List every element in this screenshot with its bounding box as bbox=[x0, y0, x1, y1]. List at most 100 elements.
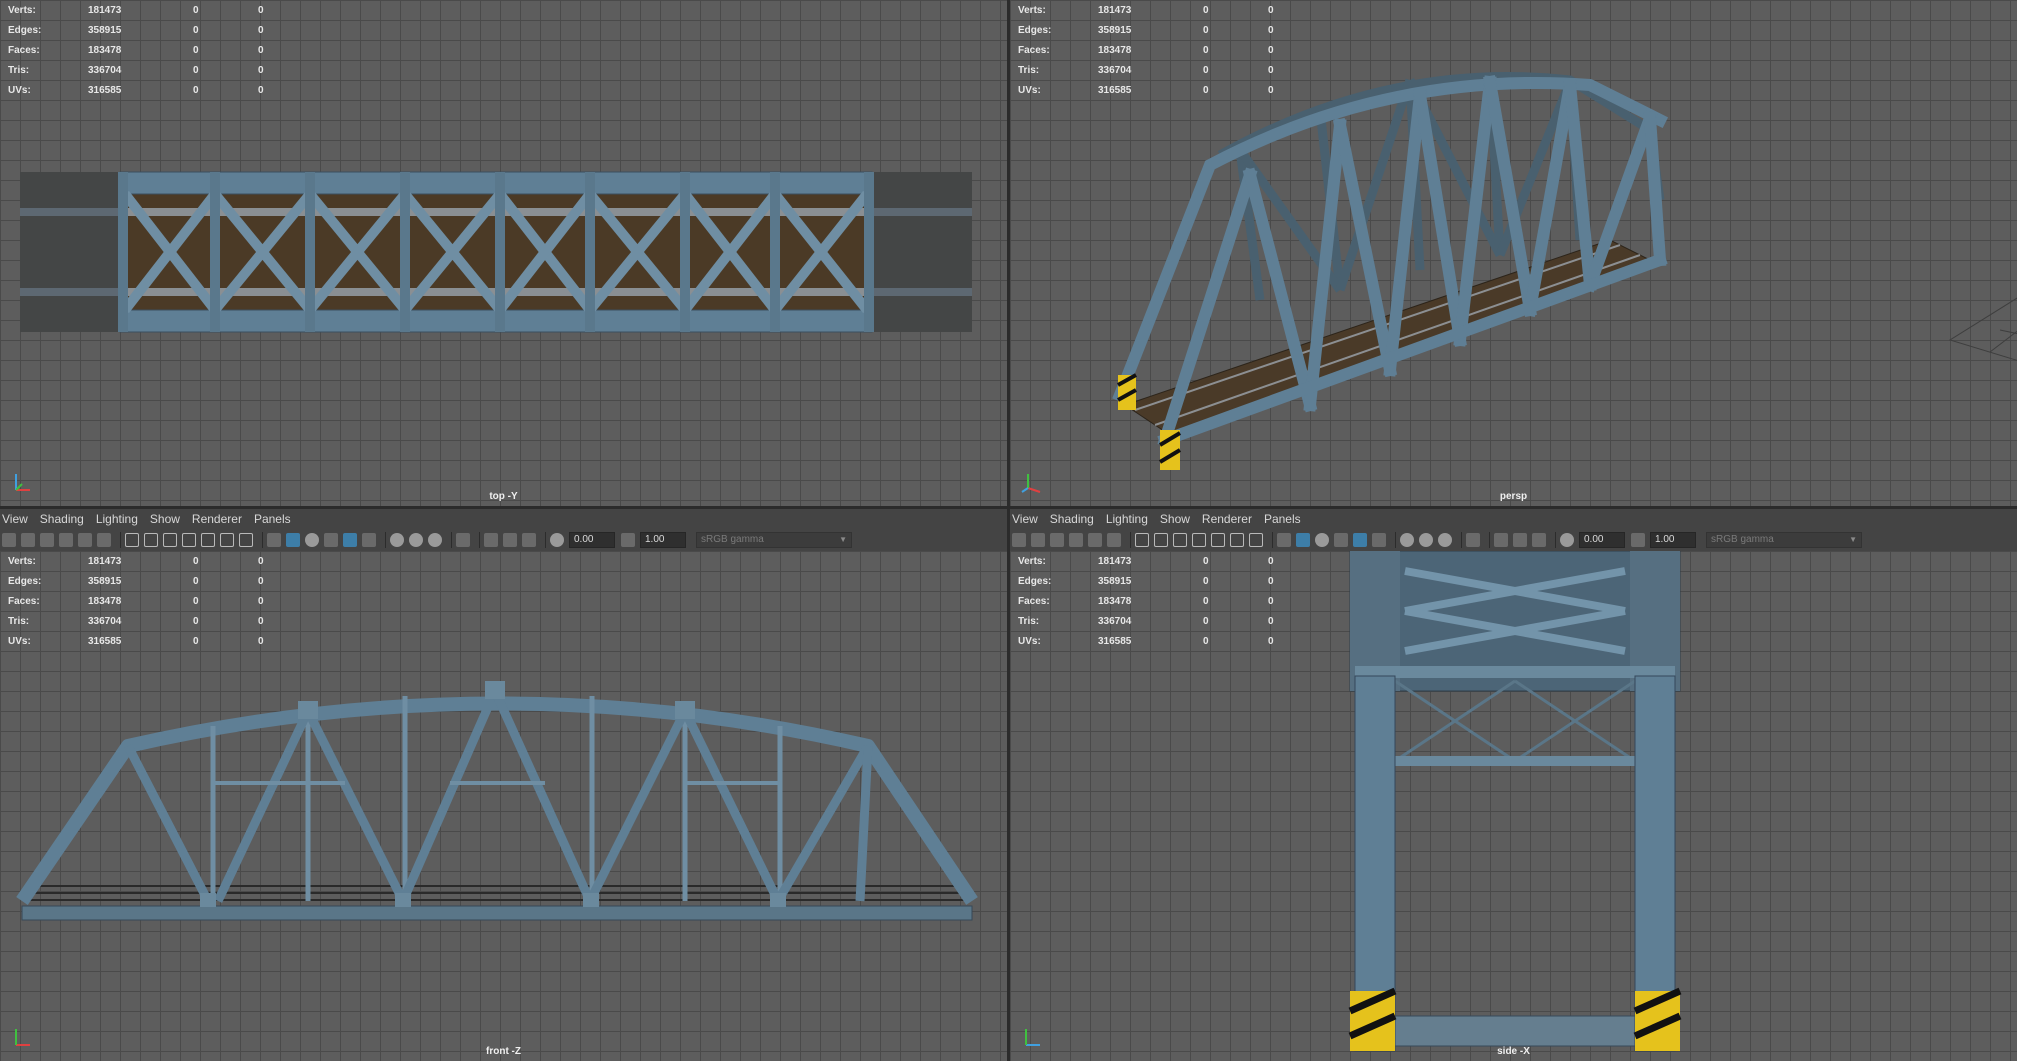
ambient-occlusion-icon[interactable] bbox=[1419, 533, 1433, 547]
gate-mask-icon[interactable] bbox=[1192, 533, 1206, 547]
panel-menu-bar: View Shading Lighting Show Renderer Pane… bbox=[0, 509, 1007, 529]
bridge-side-model[interactable] bbox=[1010, 551, 2017, 1061]
menu-show[interactable]: Show bbox=[150, 512, 180, 526]
menu-panels[interactable]: Panels bbox=[1264, 512, 1301, 526]
bridge-front-model[interactable] bbox=[0, 551, 1007, 1061]
shadows-icon[interactable] bbox=[1400, 533, 1414, 547]
default-material-icon[interactable] bbox=[305, 533, 319, 547]
motion-blur-icon[interactable] bbox=[428, 533, 442, 547]
2d-pan-zoom-icon[interactable] bbox=[97, 533, 111, 547]
viewport-front[interactable]: Verts: 181473 0 0 Edges: 358915 0 0 Faces: 1834… bbox=[0, 551, 1007, 1061]
bridge-top-model[interactable] bbox=[0, 0, 1007, 506]
smooth-shade-icon[interactable] bbox=[286, 533, 300, 547]
viewport-divider-horizontal[interactable] bbox=[0, 506, 2017, 509]
deck-section bbox=[1394, 1015, 1636, 1047]
backface-culling-icon[interactable] bbox=[1532, 533, 1546, 547]
wireframe-on-shaded-icon[interactable] bbox=[324, 533, 338, 547]
backface-culling-icon[interactable] bbox=[522, 533, 536, 547]
toolbar-divider bbox=[479, 532, 480, 548]
toolbar-divider bbox=[1272, 532, 1273, 548]
shadows-icon[interactable] bbox=[390, 533, 404, 547]
xray-joints-icon[interactable] bbox=[503, 533, 517, 547]
grid-toggle-icon[interactable] bbox=[125, 533, 139, 547]
ground-grid bbox=[1948, 297, 2017, 361]
smooth-shade-icon[interactable] bbox=[1296, 533, 1310, 547]
safe-action-icon[interactable] bbox=[220, 533, 234, 547]
safe-title-icon[interactable] bbox=[1249, 533, 1263, 547]
use-lights-icon[interactable] bbox=[362, 533, 376, 547]
toolbar-divider bbox=[1555, 532, 1556, 548]
image-plane-icon[interactable] bbox=[1069, 533, 1083, 547]
2d-pan-zoom-icon[interactable] bbox=[1107, 533, 1121, 547]
bridge-persp-model[interactable] bbox=[1010, 0, 2017, 506]
camera-icon[interactable] bbox=[1012, 533, 1026, 547]
menu-panels[interactable]: Panels bbox=[254, 512, 291, 526]
isolate-select-icon[interactable] bbox=[1466, 533, 1480, 547]
image-plane-icon[interactable] bbox=[59, 533, 73, 547]
exposure-field[interactable]: 0.00 bbox=[1579, 532, 1625, 548]
menu-lighting[interactable]: Lighting bbox=[1106, 512, 1148, 526]
gate-mask-icon[interactable] bbox=[182, 533, 196, 547]
menu-view[interactable]: View bbox=[1012, 512, 1038, 526]
xray-icon[interactable] bbox=[1494, 533, 1508, 547]
viewport-divider-vertical[interactable] bbox=[1007, 0, 1010, 1061]
gamma-field[interactable]: 1.00 bbox=[640, 532, 686, 548]
toolbar-divider bbox=[262, 532, 263, 548]
grid-toggle-icon[interactable] bbox=[1135, 533, 1149, 547]
viewport-side[interactable]: Verts: 181473 0 0 Edges: 358915 0 0 Faces: 1834… bbox=[1010, 551, 2017, 1061]
ambient-occlusion-icon[interactable] bbox=[409, 533, 423, 547]
colorspace-dropdown[interactable]: sRGB gamma bbox=[696, 532, 852, 548]
menu-shading[interactable]: Shading bbox=[40, 512, 84, 526]
panel-toolbar: 0.00 1.00 sRGB gamma bbox=[1010, 529, 2017, 551]
menu-renderer[interactable]: Renderer bbox=[1202, 512, 1252, 526]
camera-attributes-icon[interactable] bbox=[1031, 533, 1045, 547]
gamma-icon[interactable] bbox=[621, 533, 635, 547]
viewport-persp[interactable]: Verts: 181473 0 0 Edges: 358915 0 0 Faces: 1834… bbox=[1010, 0, 2017, 506]
exposure-field[interactable]: 0.00 bbox=[569, 532, 615, 548]
camera-attributes-icon[interactable] bbox=[21, 533, 35, 547]
bottom-chord bbox=[21, 905, 973, 921]
panel-menu-bar: View Shading Lighting Show Renderer Pane… bbox=[1010, 509, 2017, 529]
menu-lighting[interactable]: Lighting bbox=[96, 512, 138, 526]
camera-icon[interactable] bbox=[2, 533, 16, 547]
menu-show[interactable]: Show bbox=[1160, 512, 1190, 526]
film-gate-icon[interactable] bbox=[1154, 533, 1168, 547]
menu-shading[interactable]: Shading bbox=[1050, 512, 1094, 526]
isolate-select-icon[interactable] bbox=[456, 533, 470, 547]
menu-view[interactable]: View bbox=[2, 512, 28, 526]
menu-renderer[interactable]: Renderer bbox=[192, 512, 242, 526]
resolution-gate-icon[interactable] bbox=[163, 533, 177, 547]
default-material-icon[interactable] bbox=[1315, 533, 1329, 547]
motion-blur-icon[interactable] bbox=[1438, 533, 1452, 547]
xray-joints-icon[interactable] bbox=[1513, 533, 1527, 547]
bookmark-icon[interactable] bbox=[40, 533, 54, 547]
textured-icon[interactable] bbox=[1353, 533, 1367, 547]
gamma-icon[interactable] bbox=[1631, 533, 1645, 547]
xray-icon[interactable] bbox=[484, 533, 498, 547]
gamma-field[interactable]: 1.00 bbox=[1650, 532, 1696, 548]
film-gate-icon[interactable] bbox=[144, 533, 158, 547]
bridge-end-right bbox=[872, 172, 972, 332]
grease-pencil-icon[interactable] bbox=[78, 533, 92, 547]
lower-strut bbox=[1355, 666, 1675, 678]
wireframe-icon[interactable] bbox=[1277, 533, 1291, 547]
viewport-top[interactable]: Verts: 181473 0 0 Edges: 358915 0 0 Faces: 1834… bbox=[0, 0, 1007, 506]
safe-title-icon[interactable] bbox=[239, 533, 253, 547]
bridge-end-left bbox=[20, 172, 120, 332]
textured-icon[interactable] bbox=[343, 533, 357, 547]
toolbar-divider bbox=[1489, 532, 1490, 548]
wireframe-icon[interactable] bbox=[267, 533, 281, 547]
grease-pencil-icon[interactable] bbox=[1088, 533, 1102, 547]
toolbar-divider bbox=[451, 532, 452, 548]
bookmark-icon[interactable] bbox=[1050, 533, 1064, 547]
safe-action-icon[interactable] bbox=[1230, 533, 1244, 547]
colorspace-dropdown[interactable]: sRGB gamma bbox=[1706, 532, 1862, 548]
exposure-icon[interactable] bbox=[550, 533, 564, 547]
resolution-gate-icon[interactable] bbox=[1173, 533, 1187, 547]
field-chart-icon[interactable] bbox=[1211, 533, 1225, 547]
use-lights-icon[interactable] bbox=[1372, 533, 1386, 547]
wireframe-on-shaded-icon[interactable] bbox=[1334, 533, 1348, 547]
toolbar-divider bbox=[120, 532, 121, 548]
field-chart-icon[interactable] bbox=[201, 533, 215, 547]
exposure-icon[interactable] bbox=[1560, 533, 1574, 547]
